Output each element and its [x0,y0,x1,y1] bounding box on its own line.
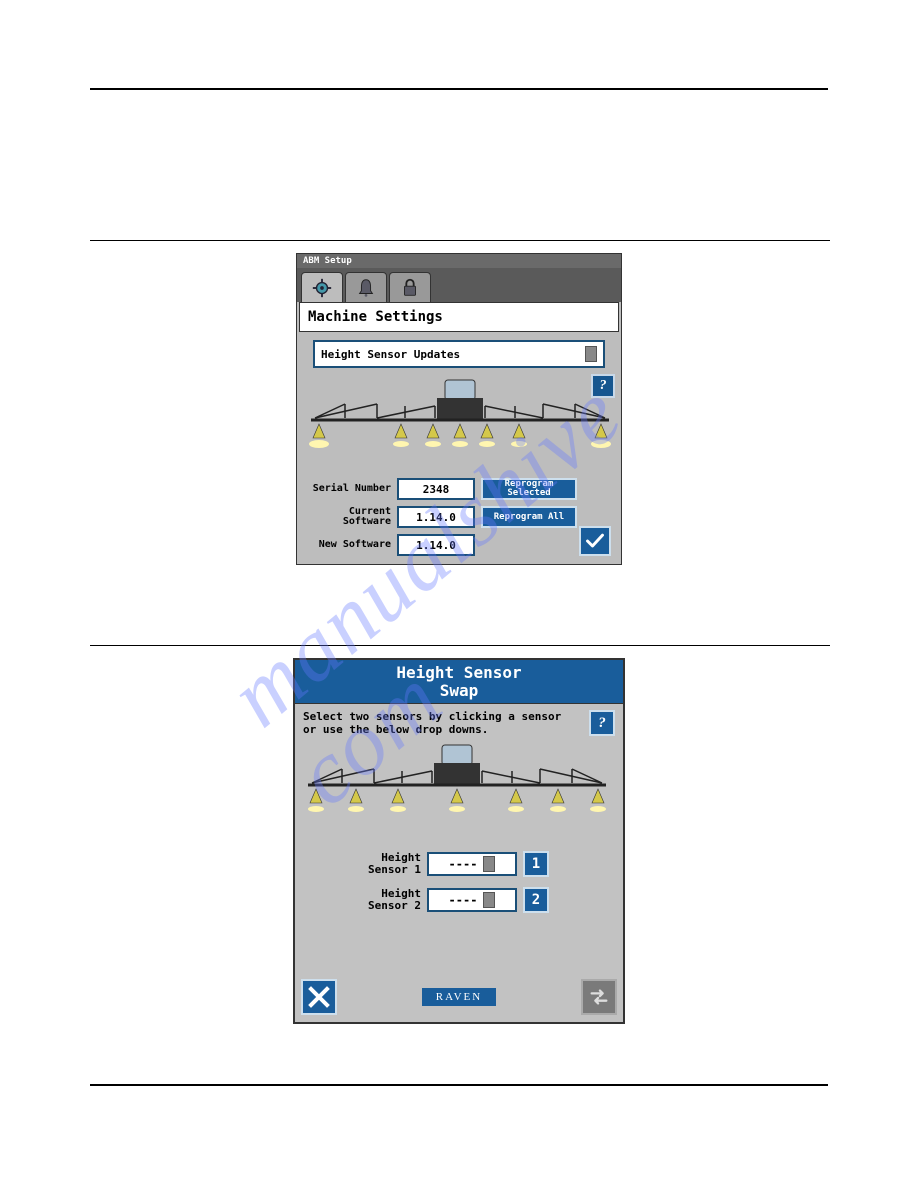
reprogram-all-button[interactable]: Reprogram All [481,506,577,528]
machine-settings-header: Machine Settings [299,302,619,332]
sensor1-select[interactable]: ---- [427,852,517,876]
serial-number-label: Serial Number [305,484,391,495]
hss-title-line1: Height Sensor [295,664,623,682]
current-software-value: 1.14.0 [397,506,475,528]
tab-lock[interactable] [389,272,431,302]
boom-diagram [305,376,615,466]
check-icon [585,532,605,550]
section-rule-2 [90,645,830,646]
sensor1-spinner-icon [483,856,495,872]
current-software-label: Current Software [305,507,391,528]
gear-icon [311,277,333,299]
swap-button[interactable] [581,979,617,1015]
abm-titlebar: ABM Setup [297,254,621,268]
new-software-value: 1.14.0 [397,534,475,556]
sensor2-select[interactable]: ---- [427,888,517,912]
help-button[interactable]: ? [591,374,615,398]
hss-title-line2: Swap [295,682,623,700]
reprogram-selected-button[interactable]: Reprogram Selected [481,478,577,500]
sensor2-number-button[interactable]: 2 [523,887,549,913]
abm-tabs [297,268,621,302]
updates-spinner-icon [585,346,597,362]
sensor2-label: Height Sensor 2 [343,888,421,911]
raven-logo: RAVEN [422,988,496,1006]
abm-setup-panel: ABM Setup Machine Settings Height Sensor… [296,253,622,565]
tab-alerts[interactable] [345,272,387,302]
bell-icon [355,277,377,299]
serial-number-value[interactable]: 2348 [397,478,475,500]
swap-arrows-icon [588,986,610,1008]
footer-rule [90,1084,828,1086]
lock-icon [399,277,421,299]
hss-title: Height Sensor Swap [295,660,623,704]
section-rule-1 [90,240,830,241]
new-software-label: New Software [305,540,391,551]
close-icon [307,985,331,1009]
updates-select-label: Height Sensor Updates [321,348,460,361]
sensor2-spinner-icon [483,892,495,908]
hss-boom-diagram [299,741,615,831]
sensor1-label: Height Sensor 1 [343,852,421,875]
hss-instructions: Select two sensors by clicking a sensor … [303,710,563,736]
accept-button[interactable] [579,526,611,556]
updates-select[interactable]: Height Sensor Updates [313,340,605,368]
tab-settings[interactable] [301,272,343,302]
height-sensor-swap-panel: Height Sensor Swap Select two sensors by… [293,658,625,1024]
sensor1-number-button[interactable]: 1 [523,851,549,877]
close-button[interactable] [301,979,337,1015]
hss-help-button[interactable]: ? [589,710,615,736]
top-rule [90,88,828,90]
